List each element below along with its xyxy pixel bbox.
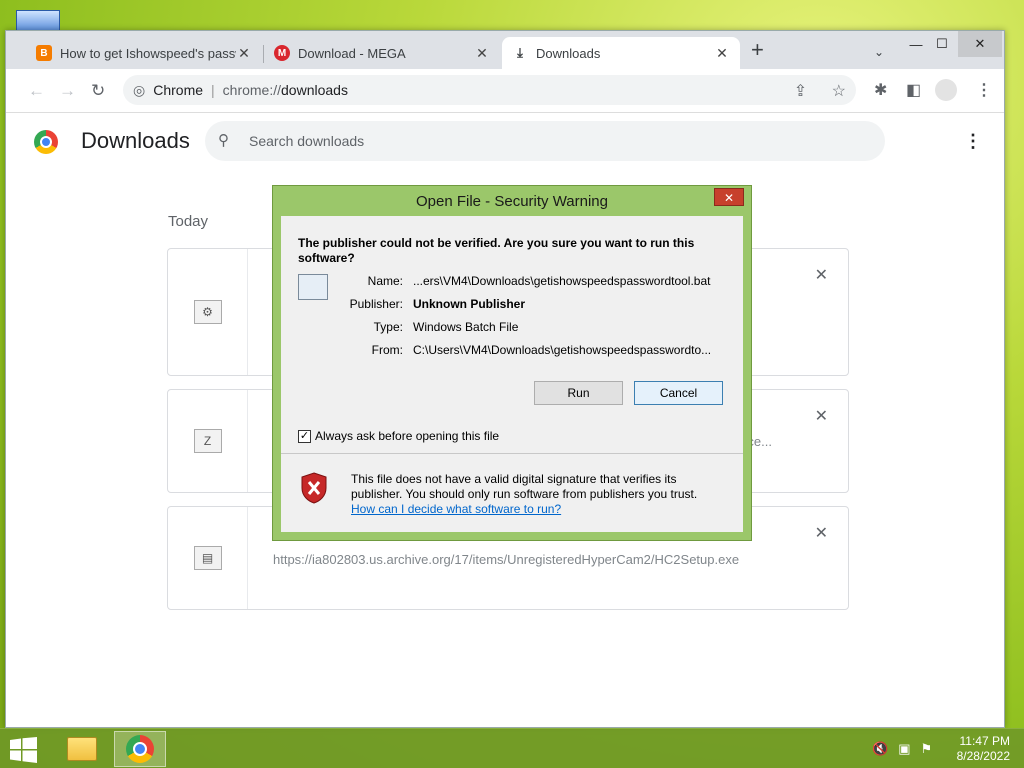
url-path: downloads: [281, 82, 348, 98]
dialog-close-button[interactable]: ✕: [714, 188, 744, 206]
field-publisher: Publisher: Unknown Publisher: [349, 297, 526, 311]
zip-file-icon: Z: [193, 429, 222, 453]
search-icon: ⚲: [218, 132, 229, 149]
security-warning-dialog: Open File - Security Warning ✕ The publi…: [272, 185, 752, 541]
mega-icon: M: [274, 45, 290, 61]
shield-error-icon: [301, 472, 327, 504]
windows-start-icon[interactable]: [10, 737, 37, 763]
window-close-button[interactable]: ✕: [958, 31, 1002, 57]
close-icon[interactable]: ✕: [474, 45, 490, 62]
section-heading-today: Today: [168, 213, 209, 230]
download-url-link[interactable]: https://ia802803.us.archive.org/17/items…: [273, 552, 739, 567]
remove-download-icon[interactable]: ✕: [815, 265, 828, 285]
remove-download-icon[interactable]: ✕: [815, 406, 828, 426]
close-icon[interactable]: ✕: [714, 45, 730, 62]
dialog-title: Open File - Security Warning: [415, 193, 608, 210]
chrome-site-icon: ◎: [133, 81, 146, 98]
chrome-icon: [126, 735, 154, 763]
tab-strip: B How to get Ishowspeed's password ✕ M D…: [6, 31, 1004, 69]
field-from: From: C:\Users\VM4\Downloads\getishowspee…: [371, 343, 712, 357]
tab-mega[interactable]: M Download - MEGA ✕: [264, 37, 500, 69]
field-name: Name: ...ers\VM4\Downloads\getishowspeeds…: [367, 274, 711, 288]
batch-file-icon: ⚙: [193, 300, 222, 324]
tab-downloads[interactable]: ⤓ Downloads ✕: [502, 37, 740, 69]
browser-toolbar: ← → ↻ ◎ Chrome | chrome://downloads ⇪ ☆ …: [6, 69, 1004, 113]
always-ask-checkbox[interactable]: ✓ Always ask before opening this file: [298, 429, 499, 443]
new-tab-button[interactable]: +: [751, 39, 764, 61]
extensions-puzzle-icon[interactable]: ✱: [874, 80, 887, 100]
bookmark-star-icon[interactable]: ☆: [832, 83, 846, 100]
page-title: Downloads: [81, 128, 190, 153]
blogger-icon: B: [36, 45, 52, 61]
warning-text: This file does not have a valid digital …: [351, 472, 698, 501]
checkbox-label: Always ask before opening this file: [315, 429, 500, 443]
tab-ishowspeed[interactable]: B How to get Ishowspeed's password ✕: [26, 37, 262, 69]
speaker-muted-icon[interactable]: 🔇: [872, 741, 888, 756]
action-center-icon[interactable]: ⚑: [920, 741, 932, 756]
tab-title: How to get Ishowspeed's password: [60, 45, 236, 61]
address-bar[interactable]: ◎ Chrome | chrome://downloads ⇪ ☆: [123, 75, 856, 105]
share-icon[interactable]: ⇪: [794, 83, 807, 100]
site-label: Chrome: [153, 82, 204, 98]
back-arrow-icon[interactable]: ←: [28, 81, 45, 101]
help-link[interactable]: How can I decide what software to run?: [351, 502, 561, 516]
profile-avatar[interactable]: [935, 79, 957, 101]
system-tray: 🔇 ▣ ⚑: [872, 741, 942, 757]
checkmark-icon[interactable]: ✓: [298, 429, 311, 443]
tab-search-chevron-icon[interactable]: ⌄: [874, 45, 884, 59]
taskbar-clock[interactable]: 11:47 PM 8/28/2022: [950, 734, 1010, 764]
taskbar: 🔇 ▣ ⚑ 11:47 PM 8/28/2022: [0, 728, 1024, 768]
chrome-taskbar-button[interactable]: [114, 731, 166, 767]
file-explorer-taskbar-button[interactable]: [56, 731, 108, 767]
run-button[interactable]: Run: [534, 381, 623, 405]
search-downloads-input[interactable]: Search downloads: [205, 121, 885, 161]
tab-title: Download - MEGA: [298, 45, 406, 61]
cancel-button[interactable]: Cancel: [634, 381, 723, 405]
remove-download-icon[interactable]: ✕: [815, 523, 828, 543]
field-type: Type: Windows Batch File: [373, 320, 519, 334]
tab-title: Downloads: [536, 45, 601, 61]
clock-time: 11:47 PM: [959, 734, 1010, 748]
more-actions-icon[interactable]: ⋮: [964, 131, 982, 152]
dialog-question: The publisher could not be verified. Are…: [298, 236, 695, 265]
forward-arrow-icon[interactable]: →: [59, 81, 76, 101]
exe-file-icon: ▤: [193, 546, 222, 570]
network-icon[interactable]: ▣: [898, 741, 910, 756]
chrome-menu-icon[interactable]: ⋮: [976, 80, 992, 100]
download-icon: ⤓: [517, 45, 523, 60]
url-prefix: chrome://: [222, 82, 282, 98]
side-panel-icon[interactable]: ◧: [906, 80, 921, 100]
clock-date: 8/28/2022: [956, 749, 1010, 763]
chrome-logo-icon: [34, 130, 58, 154]
reload-icon[interactable]: ↻: [91, 81, 105, 101]
folder-icon: [67, 737, 97, 761]
close-icon[interactable]: ✕: [236, 45, 252, 62]
